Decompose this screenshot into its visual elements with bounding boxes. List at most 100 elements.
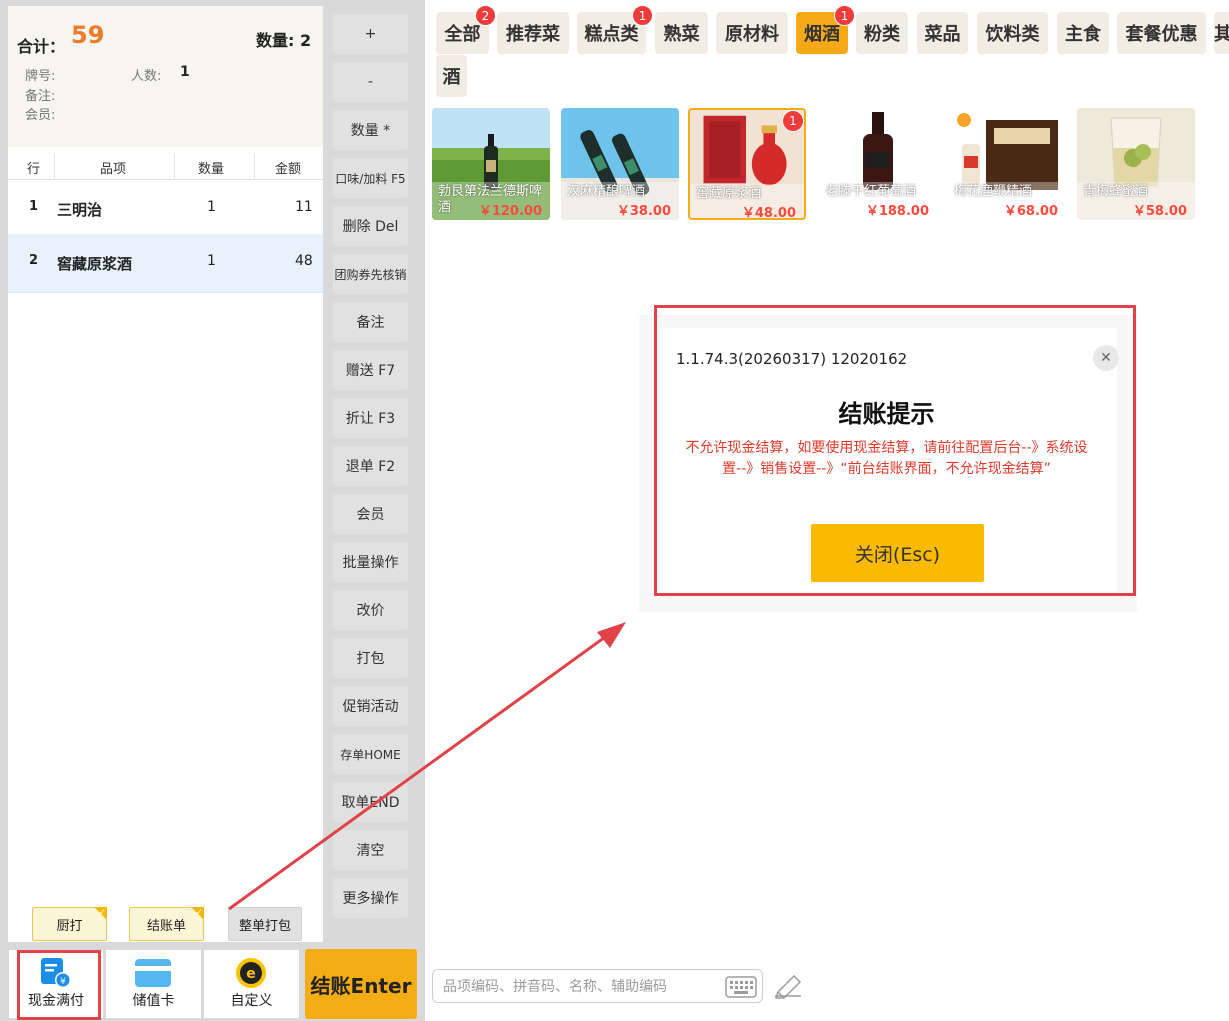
more-button[interactable]: 更多操作 xyxy=(333,878,408,918)
dialog-close-button[interactable]: 关闭(Esc) xyxy=(811,524,984,582)
custom-pay-icon: e xyxy=(236,958,266,988)
fetch-order-button[interactable]: 取单END xyxy=(333,782,408,822)
row-name: 窖藏原浆酒 xyxy=(57,255,133,273)
bill-print-toggle[interactable]: 结账单 ✓ xyxy=(129,907,204,941)
svg-text:e: e xyxy=(246,966,256,982)
checkout-button[interactable]: 结账Enter xyxy=(305,949,417,1019)
order-panel: 合计： 59 数量: 2 牌号: 人数: 1 备注: 会员: 行 品项 数量 金… xyxy=(8,6,323,942)
row-index: 1 xyxy=(29,199,39,214)
tab-tobacco-wine[interactable]: 烟酒 1 xyxy=(796,5,855,54)
row-amount: 48 xyxy=(295,253,313,269)
save-order-button[interactable]: 存单HOME xyxy=(333,734,408,774)
product-count-badge: 1 xyxy=(782,110,804,132)
batch-button[interactable]: 批量操作 xyxy=(333,542,408,582)
total-value: 59 xyxy=(71,21,105,49)
cash-pay-button[interactable]: ¥ 现金满付 xyxy=(9,950,103,1018)
col-qty: 数量 xyxy=(198,162,225,177)
cash-pay-label: 现金满付 xyxy=(28,993,84,1009)
row-qty: 1 xyxy=(207,199,216,215)
dialog-message: 不允许现金结算，如要使用现金结算，请前往配置后台--》系统设置--》销售设置--… xyxy=(685,440,1088,477)
pack-all-toggle[interactable]: 整单打包 xyxy=(228,907,302,941)
kitchen-print-toggle[interactable]: 厨打 ✓ xyxy=(32,907,107,941)
col-item: 品项 xyxy=(100,162,127,177)
count-value: 2 xyxy=(299,31,312,50)
product-name: 青梅蜂蜜酒 xyxy=(1083,184,1149,199)
delete-button[interactable]: 删除 Del xyxy=(333,206,408,246)
table-row[interactable]: 2 窖藏原浆酒 1 48 xyxy=(8,234,323,293)
product-card[interactable]: 汉麻精酿啤酒 ￥38.00 xyxy=(561,108,679,220)
product-card[interactable]: 老滕干红葡萄酒 ￥188.00 xyxy=(819,108,937,220)
custom-pay-label: 自定义 xyxy=(230,993,273,1009)
search-box[interactable] xyxy=(432,969,763,1003)
tab-ingredients[interactable]: 原材料 xyxy=(716,12,788,54)
quantity-button[interactable]: 数量 * xyxy=(333,110,408,150)
people-value: 1 xyxy=(180,64,190,80)
count-label: 数量: 2 xyxy=(256,31,312,50)
cash-icon: ¥ xyxy=(41,958,71,988)
tab-cooked[interactable]: 熟菜 xyxy=(655,12,708,54)
items-header: 行 品项 数量 金额 xyxy=(8,153,323,180)
product-price: ￥188.00 xyxy=(865,204,929,219)
table-row[interactable]: 1 三明治 1 11 xyxy=(8,180,323,239)
minus-button[interactable]: - xyxy=(333,62,408,102)
tab-recommended[interactable]: 推荐菜 xyxy=(497,12,569,54)
tab-all[interactable]: 全部 2 xyxy=(436,5,496,54)
custom-pay-button[interactable]: e 自定义 xyxy=(204,950,299,1018)
check-icon: ✓ xyxy=(94,907,107,920)
gift-button[interactable]: 赠送 F7 xyxy=(333,350,408,390)
clear-button[interactable]: 清空 xyxy=(333,830,408,870)
tab-noodles[interactable]: 粉类 xyxy=(856,12,908,54)
promotion-button[interactable]: 促销活动 xyxy=(333,686,408,726)
product-price: ￥68.00 xyxy=(1003,204,1058,219)
tab-pastry[interactable]: 糕点类 1 xyxy=(577,5,653,54)
table-label: 牌号: xyxy=(25,69,56,84)
order-summary: 合计： 59 数量: 2 牌号: 人数: 1 备注: 会员: xyxy=(8,6,323,147)
refund-button[interactable]: 退单 F2 xyxy=(333,446,408,486)
product-price: ￥58.00 xyxy=(1132,204,1187,219)
product-name: 窖藏原浆酒 xyxy=(696,186,762,201)
col-amount: 金额 xyxy=(275,162,302,177)
tab-dishes[interactable]: 菜品 xyxy=(917,12,968,54)
plus-button[interactable]: + xyxy=(333,14,408,54)
row-qty: 1 xyxy=(207,253,216,269)
stored-card-label: 储值卡 xyxy=(132,993,175,1009)
tab-wine[interactable]: 酒 xyxy=(436,55,467,97)
member-button[interactable]: 会员 xyxy=(333,494,408,534)
product-card[interactable]: 梅花鹿鞭精酒 ￥68.00 xyxy=(948,108,1066,220)
tab-drinks[interactable]: 饮料类 xyxy=(977,12,1048,54)
check-icon: ✓ xyxy=(191,907,204,920)
product-card[interactable]: 青梅蜂蜜酒 ￥58.00 xyxy=(1077,108,1195,220)
keyboard-icon[interactable] xyxy=(725,975,757,999)
product-name: 老滕干红葡萄酒 xyxy=(825,184,917,199)
group-coupon-button[interactable]: 团购券先核销 xyxy=(333,254,408,294)
product-name: 梅花鹿鞭精酒 xyxy=(954,184,1033,199)
col-row: 行 xyxy=(27,162,41,177)
tab-staple[interactable]: 主食 xyxy=(1057,12,1109,54)
card-icon xyxy=(135,959,171,987)
count-badge: 2 xyxy=(475,5,496,26)
count-badge: 1 xyxy=(834,5,855,26)
left-panel: 合计： 59 数量: 2 牌号: 人数: 1 备注: 会员: 行 品项 数量 金… xyxy=(0,0,425,1021)
dialog-body: 1.1.74.3(20260317) 12020162 ✕ 结账提示 不允许现金… xyxy=(656,328,1119,595)
search-input[interactable] xyxy=(443,976,713,998)
product-price: ￥120.00 xyxy=(478,204,542,219)
count-badge: 1 xyxy=(632,5,653,26)
people-label: 人数: xyxy=(131,69,162,84)
change-price-button[interactable]: 改价 xyxy=(333,590,408,630)
handwriting-icon[interactable] xyxy=(772,970,806,1000)
tab-set-meal[interactable]: 套餐优惠 xyxy=(1117,12,1206,54)
tab-other[interactable]: 其 xyxy=(1214,12,1229,54)
close-icon[interactable]: ✕ xyxy=(1093,345,1119,371)
member-label: 会员: xyxy=(25,108,56,123)
product-name: 汉麻精酿啤酒 xyxy=(567,184,646,199)
stored-card-button[interactable]: 储值卡 xyxy=(106,950,201,1018)
product-card[interactable]: 勃艮第法兰德斯啤酒 ￥120.00 xyxy=(432,108,550,220)
row-amount: 11 xyxy=(295,199,313,215)
pack-button[interactable]: 打包 xyxy=(333,638,408,678)
dialog-title: 结账提示 xyxy=(838,400,935,428)
svg-text:¥: ¥ xyxy=(60,977,66,987)
remark-label: 备注: xyxy=(25,89,56,104)
discount-button[interactable]: 折让 F3 xyxy=(333,398,408,438)
remark-button[interactable]: 备注 xyxy=(333,302,408,342)
flavor-button[interactable]: 口味/加料 F5 xyxy=(333,158,408,198)
